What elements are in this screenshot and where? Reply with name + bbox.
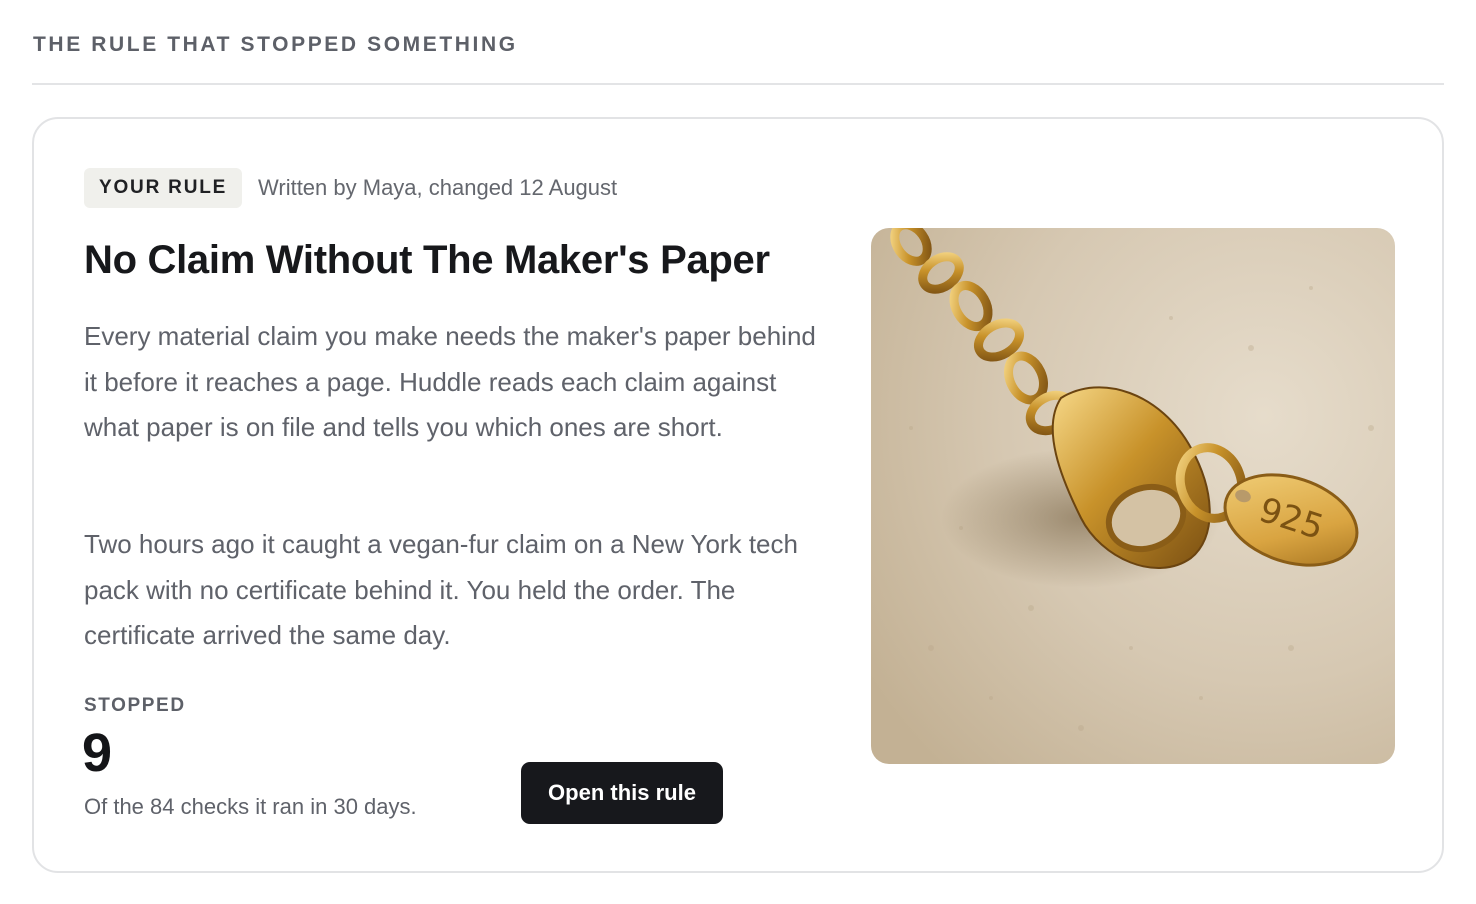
stopped-stat-caption: Of the 84 checks it ran in 30 days. [84, 794, 417, 819]
rule-title: No Claim Without The Maker's Paper [84, 238, 770, 282]
rule-card: YOUR RULE Written by Maya, changed 12 Au… [32, 117, 1444, 873]
rule-description: Every material claim you make needs the … [84, 321, 816, 442]
product-photo: 925 [871, 228, 1395, 764]
rule-owner-badge: YOUR RULE [84, 168, 243, 208]
rule-recent-event: Two hours ago it caught a vegan-fur clai… [84, 529, 798, 650]
section-divider [32, 83, 1444, 85]
rule-byline: Written by Maya, changed 12 August [258, 175, 618, 200]
stopped-stat-value: 9 [82, 723, 113, 783]
stopped-stat-label: STOPPED [84, 695, 186, 716]
page: THE RULE THAT STOPPED SOMETHING YOUR RUL… [0, 0, 1476, 904]
open-rule-button[interactable]: Open this rule [521, 762, 723, 824]
section-title: THE RULE THAT STOPPED SOMETHING [33, 33, 518, 56]
